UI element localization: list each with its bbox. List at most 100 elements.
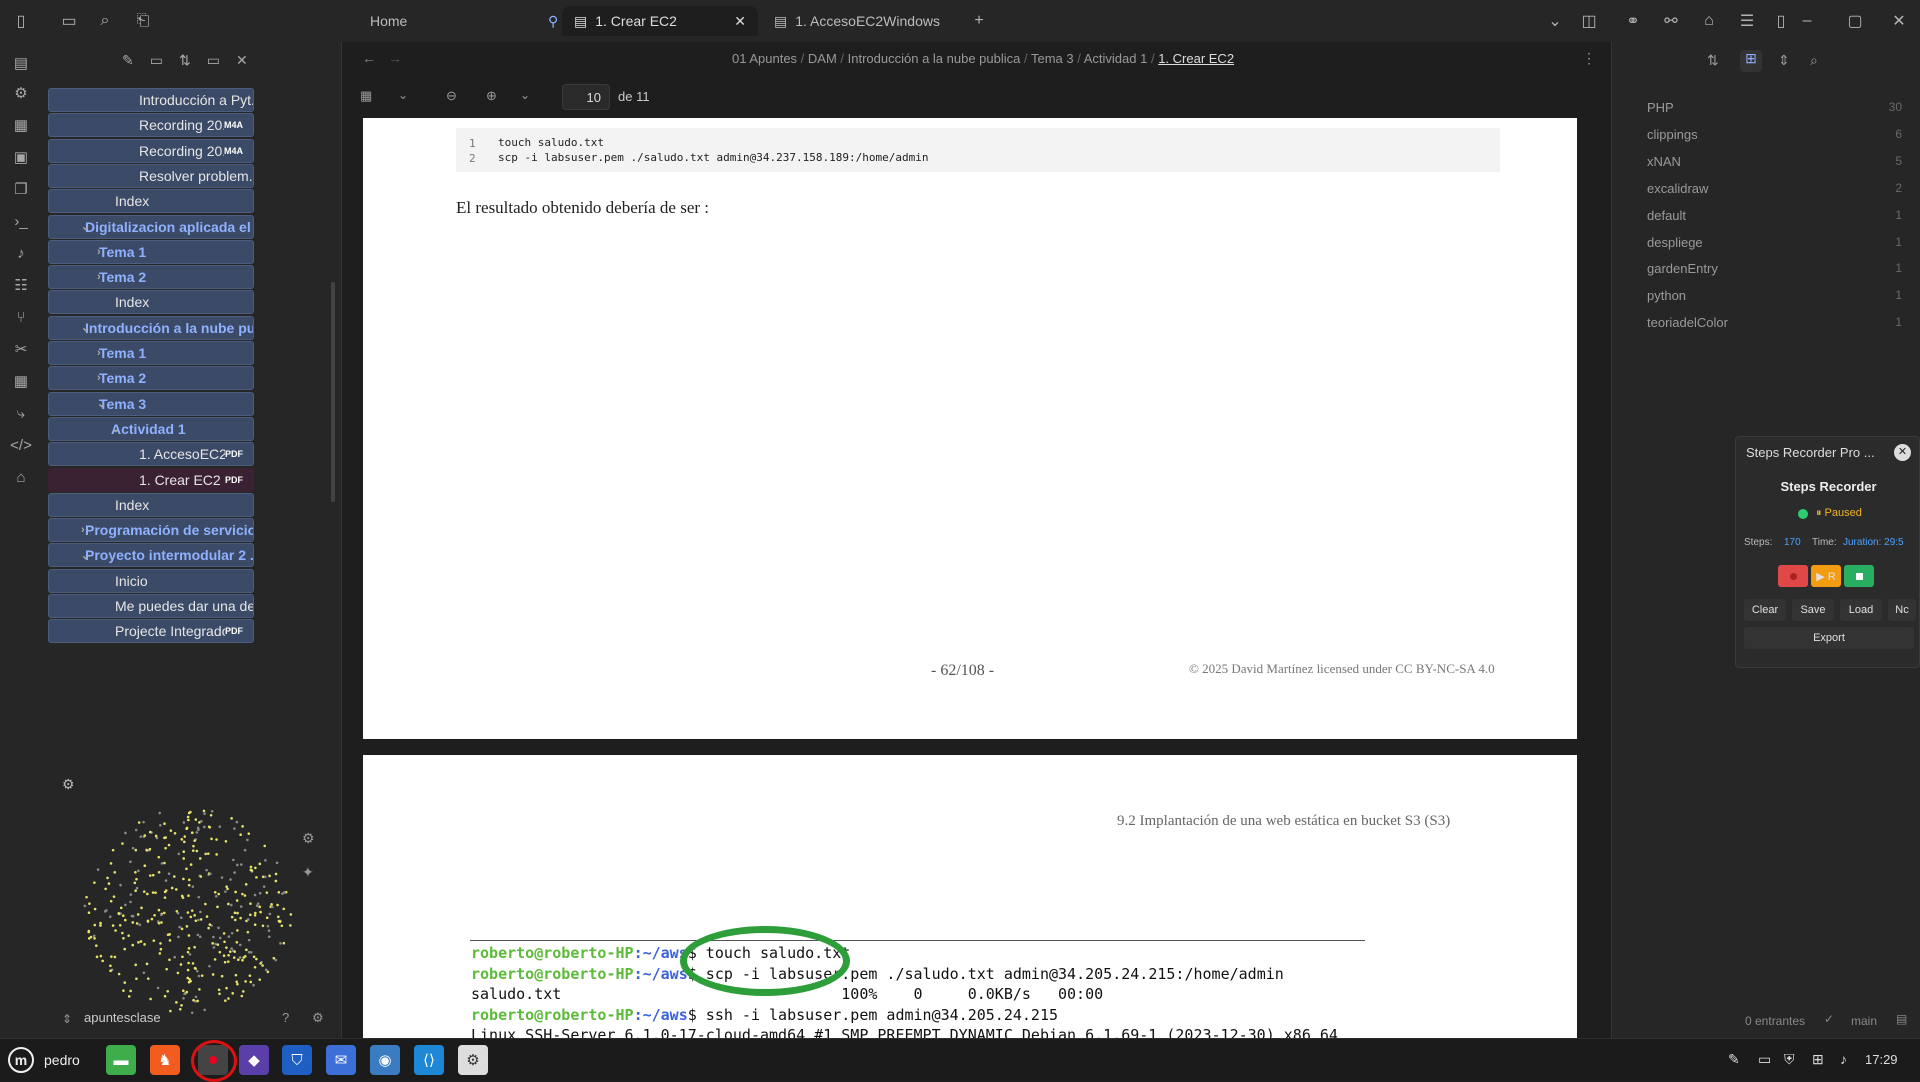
- breadcrumb-item[interactable]: DAM: [808, 51, 837, 66]
- tree-file[interactable]: Index: [48, 290, 254, 315]
- breadcrumb-item[interactable]: 01 Apuntes: [732, 51, 797, 66]
- tree-folder[interactable]: ⌄ Proyecto intermodular 2 ...: [48, 543, 254, 568]
- back-icon[interactable]: ←: [362, 50, 376, 66]
- chevron-down-icon[interactable]: ⌄: [81, 549, 90, 562]
- shield-icon[interactable]: ⛨: [1784, 1051, 1795, 1068]
- code-icon[interactable]: </>: [10, 434, 32, 456]
- tools-icon[interactable]: ✂: [10, 338, 32, 360]
- close-icon[interactable]: ✕: [734, 13, 746, 30]
- canvas-icon[interactable]: ▦: [10, 114, 32, 136]
- export-button[interactable]: Export: [1744, 627, 1914, 649]
- bookmark-icon[interactable]: ⎗: [132, 10, 154, 32]
- breadcrumb-item[interactable]: Introducción a la nube publica: [848, 51, 1021, 66]
- page-number-input[interactable]: [562, 84, 610, 110]
- branch-icon[interactable]: ⤷: [10, 402, 32, 424]
- tree-file[interactable]: Index: [48, 492, 254, 517]
- collapse-icon[interactable]: ▭: [207, 52, 220, 69]
- tree-file[interactable]: Recording 20...M4A: [48, 138, 254, 163]
- clipboard-icon[interactable]: ▭: [1758, 1051, 1771, 1068]
- tree-file[interactable]: 1. Crear EC2 PDF: [48, 467, 254, 492]
- tag-icon[interactable]: ⌂: [1698, 10, 1720, 32]
- table-icon[interactable]: ▦: [10, 370, 32, 392]
- new-folder-icon[interactable]: ▭: [150, 52, 163, 69]
- tree-file[interactable]: Projecte Integrador - ...PDF: [48, 619, 254, 644]
- chevron-right-icon[interactable]: ›: [97, 347, 101, 359]
- expand-icon[interactable]: ⇕: [1778, 52, 1790, 69]
- lock-icon[interactable]: ▤: [1896, 1012, 1907, 1026]
- breadcrumb-item[interactable]: Tema 3: [1031, 51, 1074, 66]
- git-icon[interactable]: ⑂: [10, 306, 32, 328]
- home-icon[interactable]: ⌂: [10, 466, 32, 488]
- tag-item[interactable]: despliege 1: [1647, 235, 1902, 250]
- zoom-in-icon[interactable]: ⊕: [486, 88, 497, 104]
- chevron-right-icon[interactable]: ›: [97, 271, 101, 283]
- chevron-down-icon[interactable]: ⌄: [520, 88, 530, 102]
- load-button[interactable]: Load: [1840, 599, 1882, 621]
- tag-item[interactable]: python 1: [1647, 288, 1902, 303]
- graph-icon[interactable]: ⚙: [10, 82, 32, 104]
- file-icon[interactable]: ▯: [1770, 10, 1792, 32]
- folder-icon[interactable]: ▭: [58, 10, 80, 32]
- vault-name[interactable]: apuntesclase: [84, 1010, 161, 1025]
- tab-acceso-ec2-windows[interactable]: ▤ 1. AccesoEC2Windows: [762, 6, 962, 36]
- tree-folder[interactable]: › Tema 2: [48, 366, 254, 391]
- stop-button[interactable]: [1844, 565, 1874, 587]
- nc-button[interactable]: Nc: [1888, 599, 1916, 621]
- chevron-down-icon[interactable]: ⌄: [1544, 10, 1566, 32]
- tree-file[interactable]: 1. AccesoEC2...PDF: [48, 442, 254, 467]
- chevron-right-icon[interactable]: ›: [97, 372, 101, 384]
- bitwarden-icon[interactable]: ⛉: [282, 1045, 312, 1075]
- save-button[interactable]: Save: [1792, 599, 1834, 621]
- wand-icon[interactable]: ✦: [302, 864, 314, 881]
- tree-file[interactable]: Me puedes dar una descri...: [48, 594, 254, 618]
- new-tab-icon[interactable]: +: [968, 10, 990, 32]
- screenshot-icon[interactable]: ◉: [370, 1045, 400, 1075]
- clock[interactable]: 17:29: [1865, 1052, 1898, 1067]
- tree-file[interactable]: Index: [48, 189, 254, 214]
- chevron-right-icon[interactable]: ›: [97, 246, 101, 258]
- pen-icon[interactable]: ✎: [1728, 1051, 1740, 1068]
- resume-button[interactable]: ▶ R: [1811, 565, 1841, 587]
- settings-app-icon[interactable]: ⚙: [458, 1045, 488, 1075]
- close-icon[interactable]: ✕: [1894, 444, 1911, 461]
- tag-item[interactable]: teoriadelColor 1: [1647, 315, 1902, 330]
- minimize-icon[interactable]: –: [1796, 10, 1818, 32]
- maximize-icon[interactable]: ▢: [1844, 10, 1866, 32]
- forward-icon[interactable]: →: [388, 50, 402, 66]
- link-icon[interactable]: ⚭: [1622, 10, 1644, 32]
- scrollbar[interactable]: [331, 282, 335, 502]
- settings-icon[interactable]: ⚙: [312, 1010, 324, 1026]
- terminal-icon[interactable]: ›_: [10, 210, 32, 232]
- tab-crear-ec2[interactable]: ▤ 1. Crear EC2 ✕: [562, 6, 758, 36]
- tree-folder[interactable]: › Tema 1: [48, 341, 254, 365]
- thumbnails-icon[interactable]: ▦: [360, 88, 372, 104]
- tree-view-icon[interactable]: ⊞: [1740, 50, 1762, 72]
- list-icon[interactable]: ☷: [10, 274, 32, 296]
- search-icon[interactable]: ⌕: [1810, 52, 1818, 69]
- breadcrumb-item[interactable]: 1. Crear EC2: [1158, 51, 1234, 66]
- backlink-icon[interactable]: ⚯: [1660, 10, 1682, 32]
- tag-item[interactable]: excalidraw 2: [1647, 181, 1902, 196]
- split-view-icon[interactable]: ◫: [1578, 10, 1600, 32]
- calendar-icon[interactable]: ▣: [10, 146, 32, 168]
- window-close-icon[interactable]: ✕: [1888, 10, 1910, 32]
- vault-switch-icon[interactable]: ⇕: [62, 1012, 72, 1026]
- clear-button[interactable]: Clear: [1744, 599, 1786, 621]
- tree-file[interactable]: Recording 20...M4A: [48, 113, 254, 138]
- tag-item[interactable]: default 1: [1647, 208, 1902, 223]
- tag-item[interactable]: gardenEntry 1: [1647, 261, 1902, 276]
- tree-folder[interactable]: › Tema 1: [48, 239, 254, 264]
- graph-view[interactable]: [78, 802, 298, 1022]
- chevron-down-icon[interactable]: ⌄: [81, 220, 90, 233]
- mail-icon[interactable]: ✉: [326, 1045, 356, 1075]
- chevron-right-icon[interactable]: ›: [81, 524, 85, 536]
- network-icon[interactable]: ⊞: [1812, 1051, 1824, 1068]
- tag-item[interactable]: PHP 30: [1647, 100, 1902, 115]
- chevron-down-icon[interactable]: ⌄: [97, 397, 106, 410]
- sort-icon[interactable]: ⇅: [1707, 52, 1719, 69]
- files-icon[interactable]: ▤: [10, 52, 32, 74]
- tree-file[interactable]: Introducción a Pyt...: [48, 88, 254, 112]
- tag-item[interactable]: clippings 6: [1647, 127, 1902, 142]
- tree-file[interactable]: Inicio: [48, 568, 254, 593]
- menu-icon[interactable]: m: [8, 1047, 34, 1073]
